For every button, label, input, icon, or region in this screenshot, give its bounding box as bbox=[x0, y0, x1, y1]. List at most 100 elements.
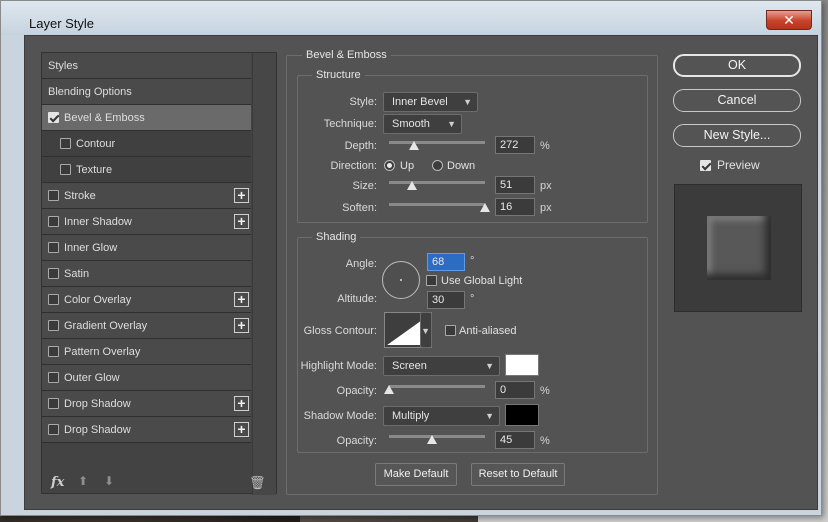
angle-dial[interactable] bbox=[382, 261, 420, 299]
make-default-button[interactable]: Make Default bbox=[375, 463, 457, 486]
color-overlay-item[interactable]: Color Overlay + bbox=[42, 287, 251, 313]
gloss-contour-dropdown[interactable]: ▼ bbox=[420, 312, 432, 348]
preview-checkbox[interactable] bbox=[700, 160, 711, 171]
reset-to-default-button[interactable]: Reset to Default bbox=[471, 463, 565, 486]
size-slider-thumb[interactable] bbox=[407, 181, 417, 190]
dialog-body: Styles Blending Options Bevel & Emboss C… bbox=[24, 35, 818, 510]
shadow-opacity-thumb[interactable] bbox=[427, 435, 437, 444]
anti-aliased-checkbox[interactable] bbox=[445, 325, 456, 336]
shadow-mode-label: Shadow Mode: bbox=[303, 410, 377, 422]
inner-glow-item[interactable]: Inner Glow bbox=[42, 235, 251, 261]
title-bar[interactable]: Layer Style ✕ bbox=[1, 1, 821, 35]
depth-slider-thumb[interactable] bbox=[409, 141, 419, 150]
soften-field[interactable]: 16 bbox=[495, 198, 535, 216]
highlight-opacity-thumb[interactable] bbox=[384, 385, 394, 394]
highlight-mode-value: Screen bbox=[392, 360, 427, 372]
shadow-opacity-unit: % bbox=[540, 435, 550, 447]
add-drop-shadow-2-icon[interactable]: + bbox=[234, 422, 249, 437]
gradient-overlay-checkbox[interactable] bbox=[48, 320, 59, 331]
shadow-mode-dropdown[interactable]: Multiply ▼ bbox=[383, 406, 500, 426]
inner-shadow-label: Inner Shadow bbox=[64, 216, 132, 228]
satin-checkbox[interactable] bbox=[48, 268, 59, 279]
style-dropdown[interactable]: Inner Bevel ▼ bbox=[383, 92, 478, 112]
technique-label: Technique: bbox=[323, 118, 377, 130]
trash-icon[interactable]: 🗑 bbox=[249, 475, 266, 491]
move-up-icon[interactable]: ⬆ bbox=[78, 474, 88, 488]
highlight-mode-dropdown[interactable]: Screen ▼ bbox=[383, 356, 500, 376]
depth-unit: % bbox=[540, 140, 550, 152]
blending-options-item[interactable]: Blending Options bbox=[42, 79, 251, 105]
shadow-opacity-slider[interactable] bbox=[389, 435, 485, 438]
highlight-color-swatch[interactable] bbox=[505, 354, 539, 376]
direction-up-radio[interactable] bbox=[384, 160, 395, 171]
contour-item[interactable]: Contour bbox=[42, 131, 251, 157]
add-inner-shadow-icon[interactable]: + bbox=[234, 214, 249, 229]
size-label: Size: bbox=[352, 180, 377, 192]
close-icon: ✕ bbox=[783, 12, 795, 28]
inner-shadow-checkbox[interactable] bbox=[48, 216, 59, 227]
direction-down-label: Down bbox=[447, 160, 476, 172]
fx-icon[interactable]: fx bbox=[51, 475, 64, 490]
move-down-icon[interactable]: ⬇ bbox=[104, 474, 114, 488]
inner-shadow-item[interactable]: Inner Shadow + bbox=[42, 209, 251, 235]
bevel-emboss-item[interactable]: Bevel & Emboss bbox=[42, 105, 251, 131]
highlight-mode-label: Highlight Mode: bbox=[300, 360, 377, 372]
layer-style-dialog: Layer Style ✕ Styles Blending Options Be… bbox=[0, 0, 822, 516]
new-style-button[interactable]: New Style... bbox=[673, 124, 801, 147]
gradient-overlay-item[interactable]: Gradient Overlay + bbox=[42, 313, 251, 339]
texture-item[interactable]: Texture bbox=[42, 157, 251, 183]
add-color-overlay-icon[interactable]: + bbox=[234, 292, 249, 307]
shadow-color-swatch[interactable] bbox=[505, 404, 539, 426]
drop-shadow-2-checkbox[interactable] bbox=[48, 424, 59, 435]
outer-glow-checkbox[interactable] bbox=[48, 372, 59, 383]
add-drop-shadow-icon[interactable]: + bbox=[234, 396, 249, 411]
styles-list: Styles Blending Options Bevel & Emboss C… bbox=[41, 52, 278, 495]
angle-degree: ° bbox=[470, 255, 475, 267]
drop-shadow-item[interactable]: Drop Shadow + bbox=[42, 391, 251, 417]
styles-footer: fx ⬆ ⬇ 🗑 bbox=[42, 473, 278, 493]
depth-slider[interactable] bbox=[389, 141, 485, 144]
size-slider[interactable] bbox=[389, 181, 485, 184]
highlight-opacity-unit: % bbox=[540, 385, 550, 397]
pattern-overlay-checkbox[interactable] bbox=[48, 346, 59, 357]
global-light-checkbox[interactable] bbox=[426, 275, 437, 286]
shading-title: Shading bbox=[312, 231, 361, 243]
depth-label: Depth: bbox=[344, 140, 377, 152]
soften-slider-thumb[interactable] bbox=[480, 203, 490, 212]
contour-checkbox[interactable] bbox=[60, 138, 71, 149]
outer-glow-item[interactable]: Outer Glow bbox=[42, 365, 251, 391]
chevron-down-icon: ▼ bbox=[485, 411, 494, 421]
color-overlay-checkbox[interactable] bbox=[48, 294, 59, 305]
stroke-item[interactable]: Stroke + bbox=[42, 183, 251, 209]
drop-shadow-checkbox[interactable] bbox=[48, 398, 59, 409]
global-light-label: Use Global Light bbox=[441, 275, 523, 287]
add-gradient-overlay-icon[interactable]: + bbox=[234, 318, 249, 333]
technique-dropdown[interactable]: Smooth ▼ bbox=[383, 114, 462, 134]
highlight-opacity-slider[interactable] bbox=[389, 385, 485, 388]
styles-header[interactable]: Styles bbox=[42, 53, 251, 79]
shadow-opacity-field[interactable]: 45 bbox=[495, 431, 535, 449]
angle-field[interactable]: 68 bbox=[427, 253, 465, 271]
stroke-checkbox[interactable] bbox=[48, 190, 59, 201]
altitude-field[interactable]: 30 bbox=[427, 291, 465, 309]
depth-field[interactable]: 272 bbox=[495, 136, 535, 154]
direction-down-radio[interactable] bbox=[432, 160, 443, 171]
pattern-overlay-item[interactable]: Pattern Overlay bbox=[42, 339, 251, 365]
texture-checkbox[interactable] bbox=[60, 164, 71, 175]
inner-glow-checkbox[interactable] bbox=[48, 242, 59, 253]
highlight-opacity-field[interactable]: 0 bbox=[495, 381, 535, 399]
chevron-down-icon: ▼ bbox=[485, 361, 494, 371]
soften-slider[interactable] bbox=[389, 203, 485, 206]
ok-button[interactable]: OK bbox=[673, 54, 801, 77]
drop-shadow-item-2[interactable]: Drop Shadow + bbox=[42, 417, 251, 443]
add-stroke-icon[interactable]: + bbox=[234, 188, 249, 203]
inner-glow-label: Inner Glow bbox=[64, 242, 118, 254]
size-unit: px bbox=[540, 180, 552, 192]
bevel-emboss-label: Bevel & Emboss bbox=[64, 112, 145, 124]
cancel-button[interactable]: Cancel bbox=[673, 89, 801, 112]
styles-scrollbar[interactable] bbox=[252, 53, 276, 495]
bevel-emboss-checkbox[interactable] bbox=[48, 112, 59, 123]
size-field[interactable]: 51 bbox=[495, 176, 535, 194]
close-button[interactable]: ✕ bbox=[766, 10, 812, 30]
satin-item[interactable]: Satin bbox=[42, 261, 251, 287]
